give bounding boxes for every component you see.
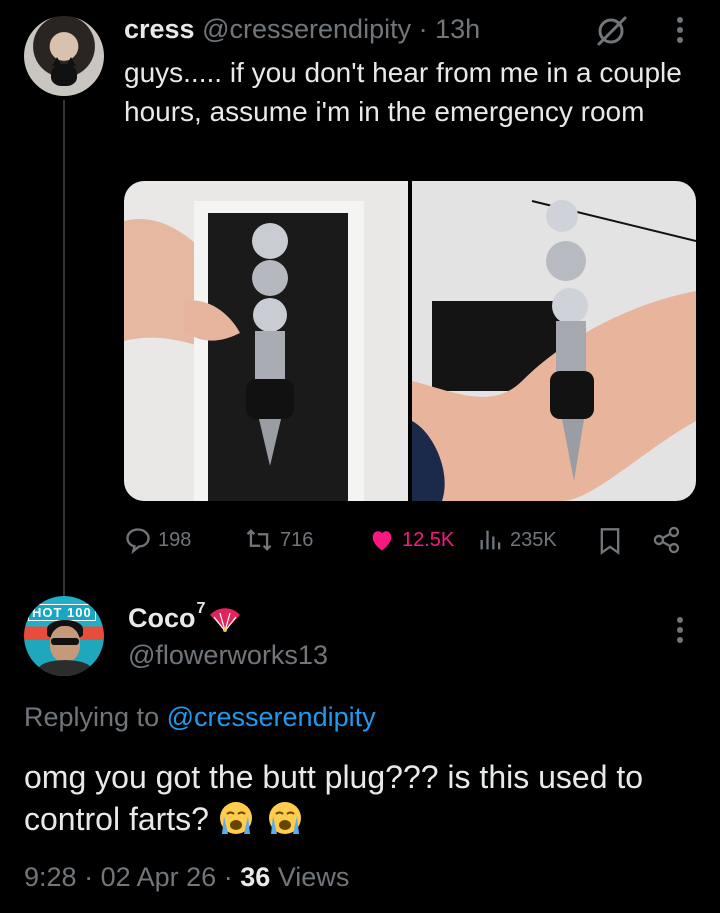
avatar-sunglasses <box>51 638 79 645</box>
tweet-text: guys..... if you don't hear from me in a… <box>124 57 682 127</box>
photo-in-hand[interactable] <box>412 181 696 501</box>
heart-icon <box>372 531 392 551</box>
tweet-header: cress @cresserendipity · 13h <box>124 12 480 46</box>
avatar-hot100-text: HOT 100 <box>28 604 96 621</box>
separator: · <box>223 862 233 892</box>
avatar[interactable] <box>24 16 104 96</box>
reply-display-name[interactable]: Coco 7 <box>128 601 242 635</box>
reply-time[interactable]: 9:28 <box>24 862 77 892</box>
photo-boxed[interactable] <box>124 181 408 501</box>
reply-handle[interactable]: @flowerworks13 <box>128 638 328 672</box>
replying-prefix: Replying to <box>24 702 160 732</box>
share-icon[interactable] <box>652 526 682 554</box>
cat-figure <box>51 57 77 86</box>
more-icon[interactable] <box>664 12 696 48</box>
photo-boxed-image <box>124 181 408 501</box>
reply-views-label: Views <box>277 862 350 892</box>
repost-action[interactable]: 716 <box>244 524 313 556</box>
views-icon <box>480 530 501 550</box>
reply-name-text: Coco <box>128 603 196 633</box>
reply-text-content: omg you got the butt plug??? is this use… <box>24 759 644 837</box>
replying-handle-link[interactable]: @cresserendipity <box>167 702 376 732</box>
like-action[interactable]: 12.5K <box>368 524 454 556</box>
reply-text: omg you got the butt plug??? is this use… <box>24 756 704 840</box>
views-count: 235K <box>510 528 557 551</box>
media-grid[interactable] <box>124 181 696 501</box>
reply-icon <box>126 528 150 554</box>
repost-count: 716 <box>280 528 314 551</box>
more-icon[interactable] <box>664 612 696 648</box>
grok-icon[interactable] <box>594 14 628 48</box>
display-name[interactable]: cress <box>124 14 195 44</box>
tweet-actions: 198 716 12.5K 235K <box>124 524 696 556</box>
timestamp[interactable]: 13h <box>435 14 480 44</box>
crying-face-icon <box>268 802 301 834</box>
bookmark-icon[interactable] <box>598 527 622 555</box>
replying-to: Replying to @cresserendipity <box>24 699 376 735</box>
separator: · <box>84 862 94 892</box>
crying-face-icon <box>219 802 252 834</box>
reply-count: 198 <box>158 528 192 551</box>
reply-avatar[interactable]: HOT 100 <box>24 596 104 676</box>
reply-action[interactable]: 198 <box>124 524 191 556</box>
fan-icon <box>210 608 241 632</box>
photo-in-hand-image <box>412 181 696 501</box>
reply-meta: 9:28 · 02 Apr 26 · 36 Views <box>24 859 349 895</box>
separator: · <box>418 14 428 44</box>
reply-name-superscript: 7 <box>196 600 206 617</box>
thread-connector-line <box>63 100 65 600</box>
views-action[interactable]: 235K <box>478 524 557 556</box>
handle[interactable]: @cresserendipity <box>202 14 411 44</box>
repost-icon <box>246 529 272 551</box>
reply-views-count: 36 <box>240 862 271 892</box>
like-count: 12.5K <box>402 528 455 551</box>
reply-date[interactable]: 02 Apr 26 <box>101 862 217 892</box>
avatar-shirt <box>38 660 92 676</box>
